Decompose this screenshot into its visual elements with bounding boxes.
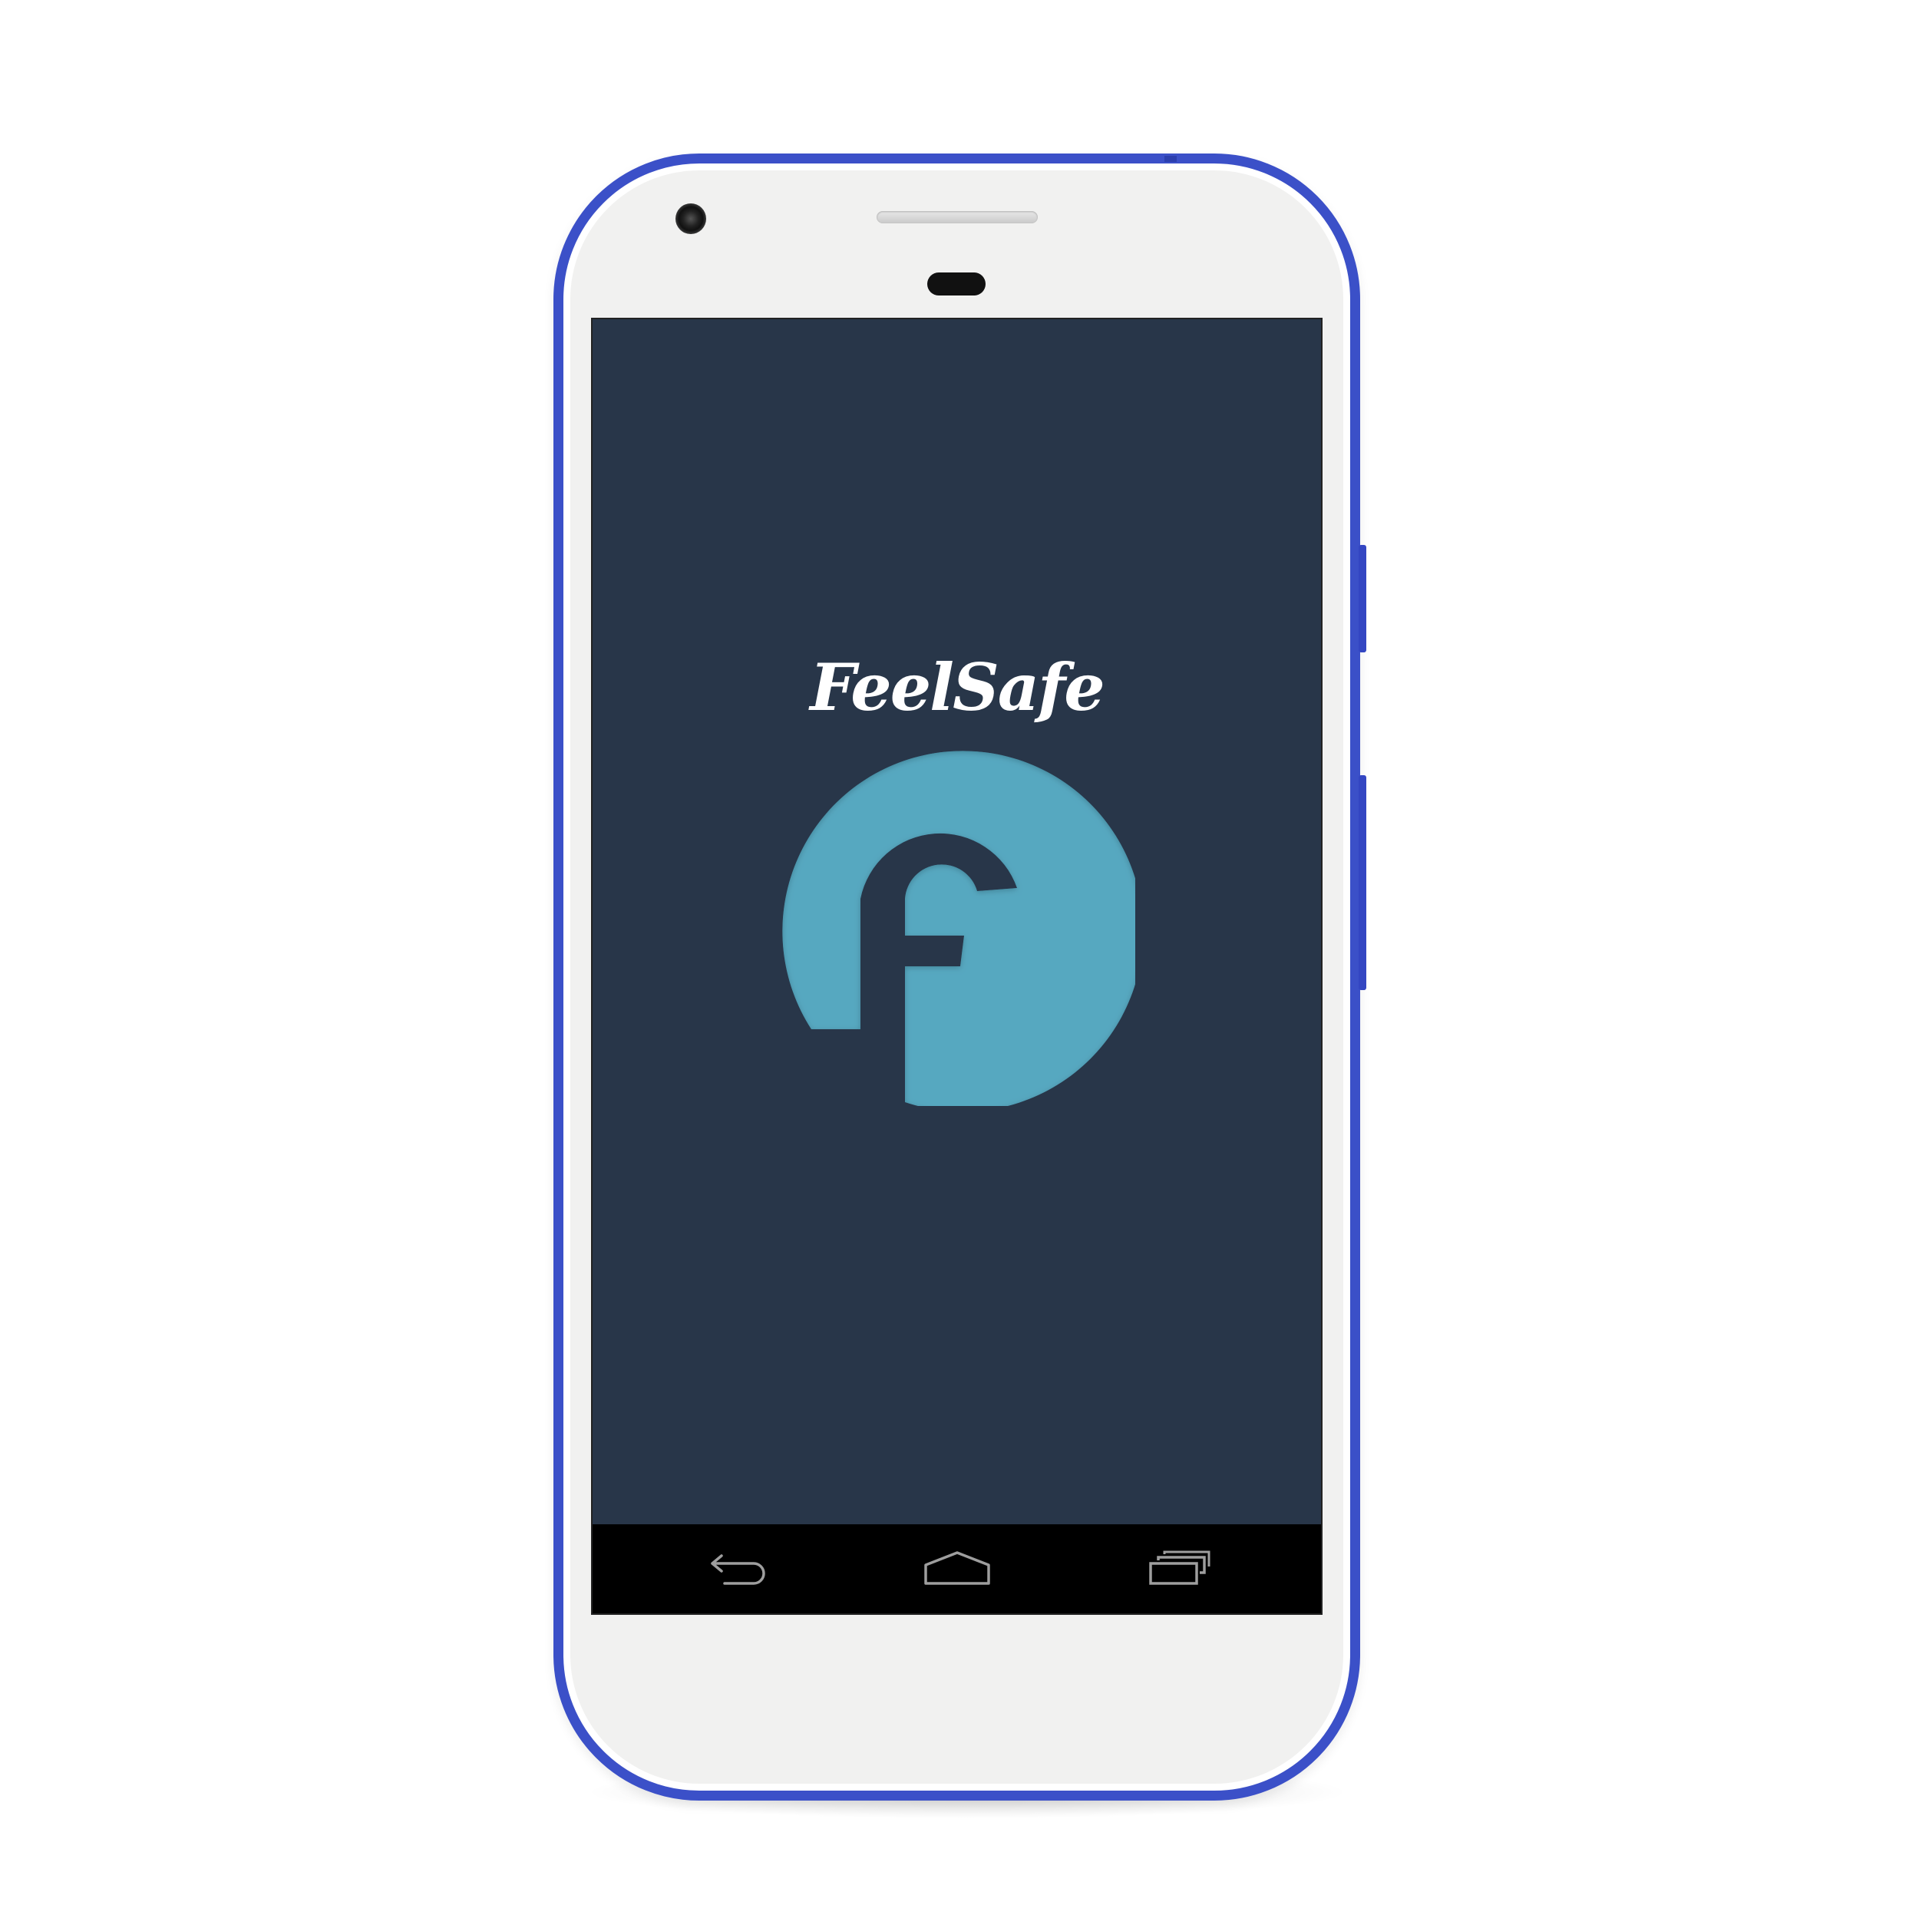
back-arrow-icon	[711, 1554, 765, 1585]
logo-circle-shape	[782, 751, 1135, 1106]
proximity-sensor	[927, 272, 986, 295]
home-icon	[924, 1551, 990, 1585]
home-button[interactable]	[919, 1546, 996, 1592]
back-button[interactable]	[700, 1546, 777, 1592]
antenna-band	[1164, 156, 1177, 162]
feelsafe-logo-icon	[782, 751, 1135, 1106]
recent-apps-icon	[1149, 1550, 1210, 1585]
power-button[interactable]	[1359, 545, 1366, 652]
volume-button[interactable]	[1359, 775, 1366, 990]
app-name-title: FeelSafe	[810, 649, 1105, 725]
mockup-stage: FeelSafe	[0, 0, 1932, 1928]
earpiece-speaker	[877, 211, 1038, 223]
recent-apps-button[interactable]	[1141, 1546, 1218, 1592]
front-camera	[675, 203, 706, 234]
android-navigation-bar	[593, 1524, 1321, 1613]
splash-screen: FeelSafe	[593, 319, 1321, 1613]
